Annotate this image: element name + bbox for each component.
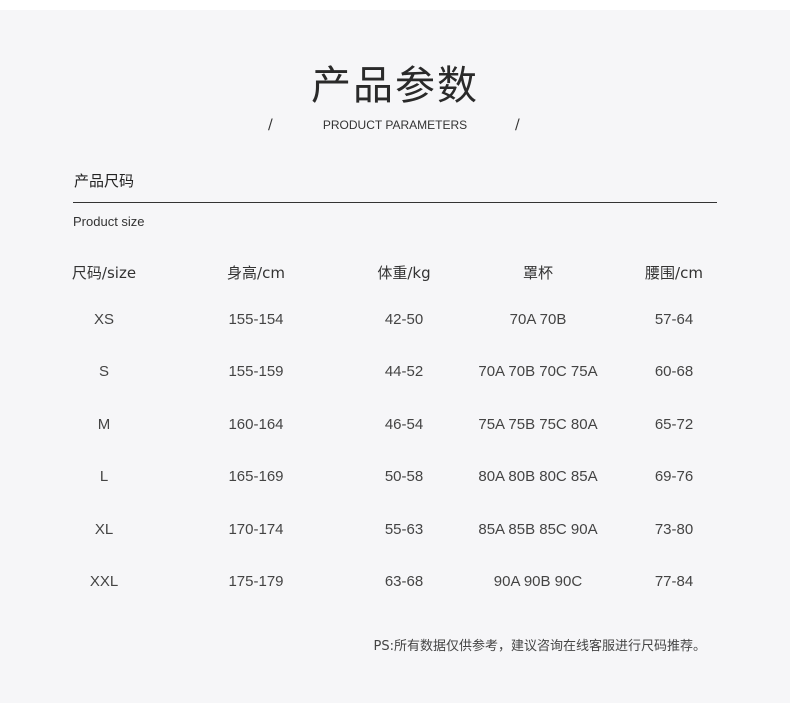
cell-waist: 65-72 [654,416,694,433]
title-slash-right: / [515,117,520,133]
cell-height: 170-174 [228,521,284,538]
header-cup: 罩杯 [522,264,553,282]
cell-waist: 60-68 [654,363,694,380]
page-subtitle: PRODUCT PARAMETERS [322,118,468,132]
header-height: 身高/cm [227,264,285,282]
cell-cup: 70A 70B [509,311,567,328]
header-size: 尺码/size [71,264,137,282]
cell-waist: 73-80 [654,521,694,538]
section-title: 产品尺码 [74,172,135,190]
cell-cup: 85A 85B 85C 90A [478,521,598,538]
cell-waist: 77-84 [654,573,694,590]
cell-height: 165-169 [228,468,284,485]
section-subtitle: Product size [73,214,145,229]
cell-weight: 55-63 [384,521,424,538]
table-header-row: 尺码/size 身高/cm 体重/kg 罩杯 腰围/cm [0,262,790,286]
table-row: XL 170-174 55-63 85A 85B 85C 90A 73-80 [0,521,790,545]
product-parameters-panel: 产品参数 / PRODUCT PARAMETERS / 产品尺码 Product… [0,10,790,703]
table-row: XS 155-154 42-50 70A 70B 57-64 [0,311,790,335]
cell-height: 160-164 [228,416,284,433]
table-row: XXL 175-179 63-68 90A 90B 90C 77-84 [0,573,790,597]
cell-size: M [97,416,111,433]
cell-cup: 75A 75B 75C 80A [478,416,598,433]
cell-weight: 46-54 [384,416,424,433]
header-waist: 腰围/cm [645,264,703,282]
size-note: PS:所有数据仅供参考，建议咨询在线客服进行尺码推荐。 [373,639,706,654]
cell-cup: 70A 70B 70C 75A [478,363,598,380]
cell-height: 175-179 [228,573,284,590]
cell-size: XS [93,311,114,328]
cell-cup: 80A 80B 80C 85A [478,468,598,485]
cell-weight: 44-52 [384,363,424,380]
cell-cup: 90A 90B 90C [493,573,583,590]
cell-weight: 63-68 [384,573,424,590]
cell-weight: 42-50 [384,311,424,328]
cell-waist: 69-76 [654,468,694,485]
cell-height: 155-159 [228,363,284,380]
table-row: S 155-159 44-52 70A 70B 70C 75A 60-68 [0,363,790,387]
cell-size: XL [94,521,114,538]
cell-weight: 50-58 [384,468,424,485]
cell-waist: 57-64 [654,311,694,328]
table-row: M 160-164 46-54 75A 75B 75C 80A 65-72 [0,416,790,440]
page-title: 产品参数 [311,63,479,109]
cell-height: 155-154 [228,311,284,328]
cell-size: XXL [89,573,119,590]
table-row: L 165-169 50-58 80A 80B 80C 85A 69-76 [0,468,790,492]
cell-size: S [98,363,109,380]
section-divider [73,202,717,203]
header-weight: 体重/kg [377,264,431,282]
cell-size: L [99,468,109,485]
